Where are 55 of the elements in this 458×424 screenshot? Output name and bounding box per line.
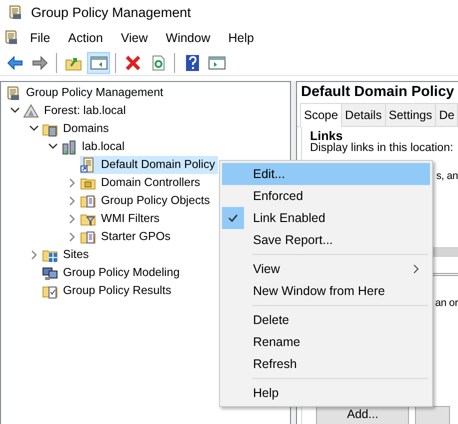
tree-item[interactable]: Group Policy Management — [5, 84, 166, 102]
menu-item[interactable]: Delete — [222, 309, 430, 331]
tree-item[interactable]: lab.local — [61, 138, 128, 156]
label-text: s, an — [436, 170, 458, 182]
back-icon — [6, 54, 24, 72]
menu-item[interactable]: Enforced — [222, 185, 430, 207]
collapsed-caret-icon[interactable] — [67, 214, 77, 224]
computer-icon — [42, 265, 58, 281]
triangle-icon — [23, 103, 39, 119]
menu-item[interactable]: New Window from Here — [222, 280, 430, 302]
tree-item[interactable]: Forest: lab.local — [23, 102, 129, 120]
tree-item[interactable]: WMI Filters — [80, 210, 163, 228]
console-tree-icon — [90, 54, 108, 72]
delete-icon — [124, 54, 142, 72]
tree-item[interactable]: Default Domain Policy — [80, 156, 218, 174]
menu-item[interactable]: Action — [59, 28, 112, 48]
tree-item[interactable]: Starter GPOs — [80, 228, 174, 246]
menu-item[interactable]: Edit... — [222, 163, 430, 185]
menu-item[interactable]: Save Report... — [222, 229, 430, 251]
label-text: Display links in this location: — [310, 142, 450, 154]
collapsed-caret-icon[interactable] — [67, 196, 77, 206]
folder-icon — [80, 193, 96, 209]
console-tree-button[interactable] — [87, 52, 110, 74]
menu-item[interactable]: Help — [219, 28, 263, 48]
action-pane-icon — [208, 54, 226, 72]
menu-item[interactable]: File — [21, 28, 60, 48]
tree-item[interactable]: Group Policy Objects — [80, 192, 213, 210]
tree-item[interactable]: Domain Controllers — [80, 174, 204, 192]
label-text: an or — [435, 296, 458, 309]
forward-icon — [30, 54, 48, 72]
menu-item[interactable]: Rename — [222, 331, 430, 353]
menu-item[interactable]: Help — [222, 382, 430, 404]
menu-item[interactable]: Link Enabled — [222, 207, 430, 229]
section-heading: Links — [310, 129, 343, 143]
tree-item[interactable]: Sites — [42, 246, 92, 264]
tab[interactable]: Scope — [300, 103, 342, 127]
tree-item[interactable]: Group Policy Modeling — [42, 264, 183, 282]
menu-item[interactable]: View — [112, 28, 157, 48]
menu-item[interactable]: Window — [156, 28, 220, 48]
menu-item[interactable]: Refresh — [222, 353, 430, 375]
panel-title: Default Domain Policy — [300, 83, 456, 102]
server-icon — [61, 139, 77, 155]
collapsed-caret-icon[interactable] — [67, 178, 77, 188]
doc-stack-icon — [5, 85, 21, 101]
menu-item[interactable]: View — [222, 258, 430, 280]
collapsed-caret-icon[interactable] — [67, 232, 77, 242]
collapsed-caret-icon[interactable] — [29, 250, 39, 260]
tab[interactable]: Details — [341, 103, 386, 126]
folder-icon — [80, 229, 96, 245]
doc-shortcut-icon — [80, 157, 96, 173]
tab[interactable]: Settings — [384, 103, 436, 126]
tree-item[interactable]: Domains — [42, 120, 112, 138]
window-title: Group Policy Management — [31, 4, 191, 22]
tab[interactable]: De — [435, 103, 458, 126]
tree-item[interactable]: Group Policy Results — [42, 282, 174, 300]
